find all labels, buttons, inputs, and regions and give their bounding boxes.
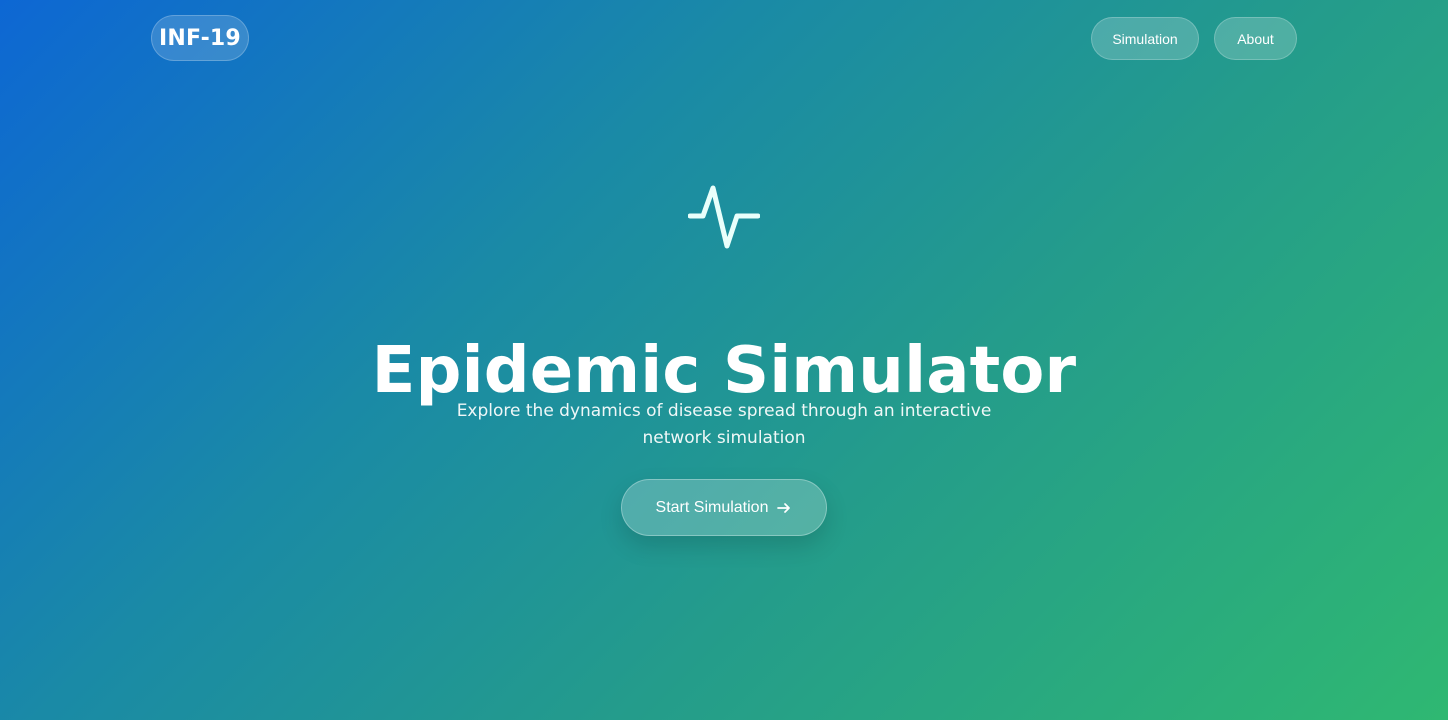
arrow-right-icon <box>777 502 791 513</box>
landing-page: INF-19 Simulation About Epidemic Simulat… <box>0 0 1448 720</box>
hero-subtitle: Explore the dynamics of disease spread t… <box>456 401 992 448</box>
brand-logo[interactable]: INF-19 <box>151 15 249 61</box>
start-simulation-button[interactable]: Start Simulation <box>621 479 827 536</box>
nav-simulation-link[interactable]: Simulation <box>1091 17 1199 60</box>
activity-icon <box>688 185 760 249</box>
nav-about-link[interactable]: About <box>1214 17 1297 60</box>
start-simulation-label: Start Simulation <box>655 498 769 516</box>
top-navigation: INF-19 Simulation About <box>0 0 1448 78</box>
